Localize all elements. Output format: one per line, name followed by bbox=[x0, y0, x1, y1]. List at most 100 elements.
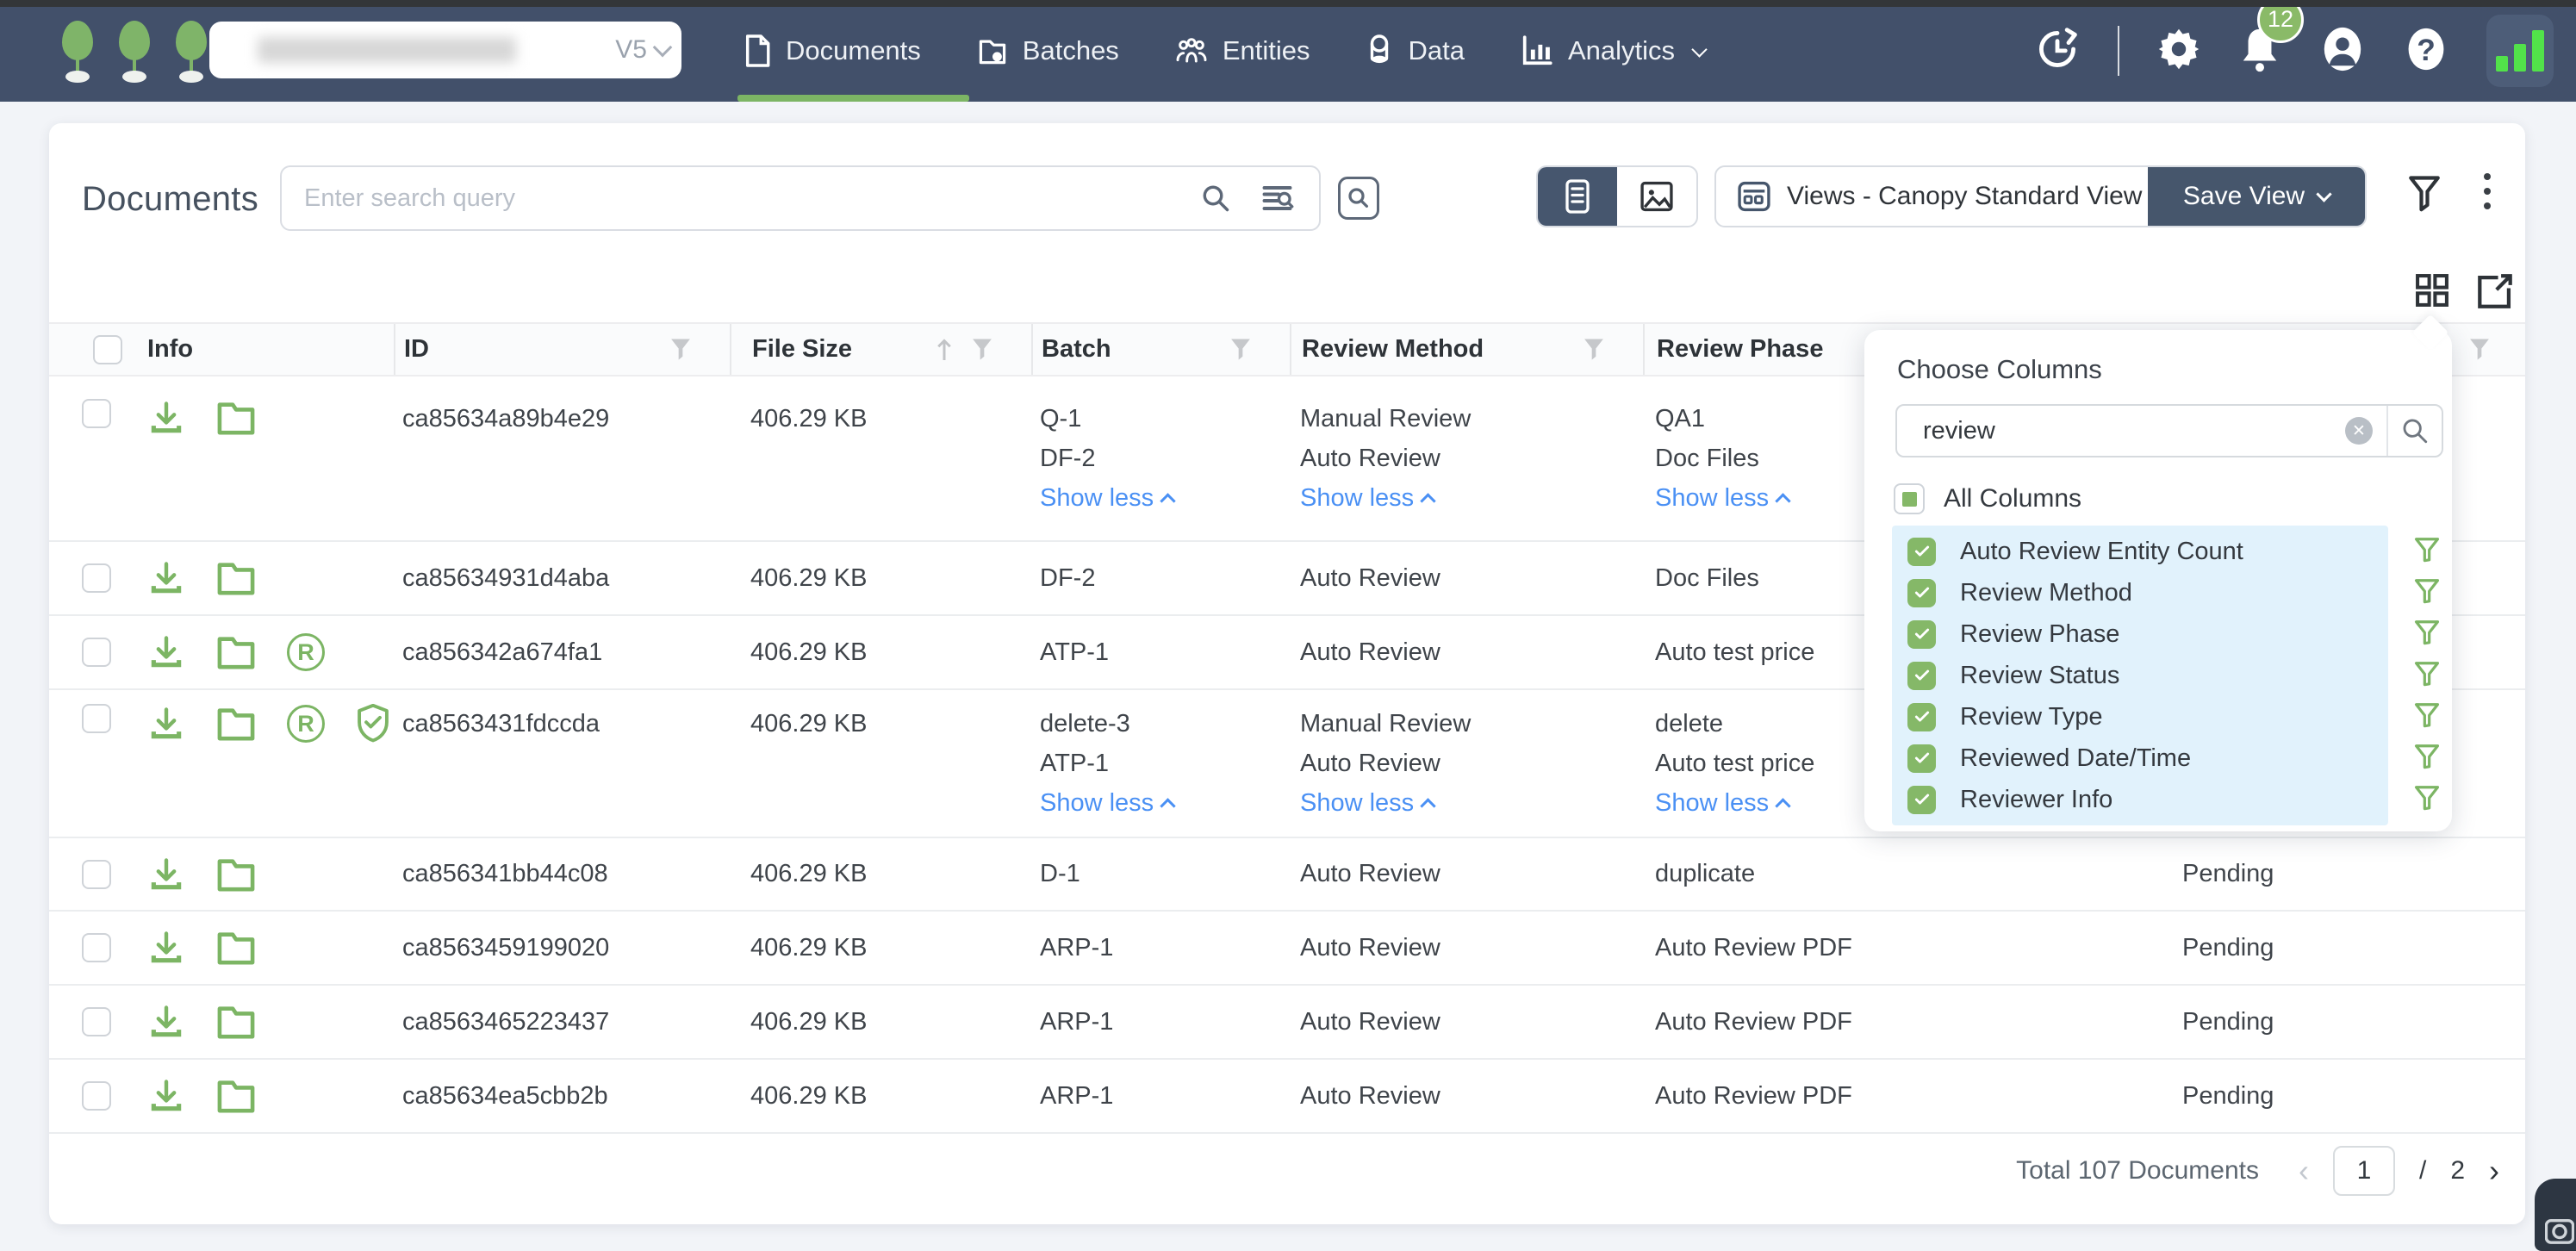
sort-asc-icon[interactable] bbox=[933, 337, 955, 363]
folder-icon[interactable] bbox=[216, 856, 256, 893]
show-less-link[interactable]: Show less bbox=[1300, 783, 1471, 823]
export-icon[interactable] bbox=[2475, 271, 2515, 315]
search-icon[interactable] bbox=[1200, 183, 1231, 214]
next-page-button[interactable]: › bbox=[2489, 1153, 2499, 1189]
folder-icon[interactable] bbox=[216, 1078, 256, 1114]
download-icon[interactable] bbox=[147, 929, 185, 967]
row-checkbox[interactable] bbox=[82, 638, 111, 667]
filter-icon[interactable] bbox=[2468, 338, 2491, 362]
chat-widget[interactable] bbox=[2535, 1179, 2576, 1251]
filter-icon[interactable] bbox=[971, 338, 993, 362]
choose-columns-button[interactable] bbox=[2413, 271, 2451, 314]
document-id[interactable]: ca8563465223437 bbox=[402, 1008, 609, 1036]
shield-check-icon[interactable] bbox=[356, 704, 390, 744]
download-icon[interactable] bbox=[147, 856, 185, 893]
app-logo[interactable] bbox=[55, 21, 214, 83]
all-columns-checkbox-indeterminate[interactable] bbox=[1894, 483, 1925, 514]
folder-icon[interactable] bbox=[216, 706, 256, 742]
filter-icon[interactable] bbox=[2414, 579, 2440, 607]
show-less-link[interactable]: Show less bbox=[1655, 783, 1814, 823]
filter-icon[interactable] bbox=[2414, 620, 2440, 648]
project-selector[interactable]: V5 bbox=[209, 22, 681, 78]
filter-icon[interactable] bbox=[2414, 662, 2440, 689]
table-row[interactable]: ca85634ea5cbb2b 406.29 KB ARP-1 Auto Rev… bbox=[49, 1060, 2525, 1134]
document-id[interactable]: ca8563431fdccda bbox=[402, 704, 600, 744]
download-icon[interactable] bbox=[147, 1003, 185, 1041]
search-icon[interactable] bbox=[2388, 416, 2442, 445]
filter-icon[interactable] bbox=[2414, 703, 2440, 731]
download-icon[interactable] bbox=[147, 633, 185, 671]
folder-icon[interactable] bbox=[216, 634, 256, 670]
show-less-link[interactable]: Show less bbox=[1040, 478, 1173, 518]
show-less-link[interactable]: Show less bbox=[1040, 783, 1173, 823]
row-checkbox[interactable] bbox=[82, 1007, 111, 1036]
checked-checkbox[interactable] bbox=[1907, 786, 1936, 814]
checked-checkbox[interactable] bbox=[1907, 538, 1936, 566]
current-page-input[interactable]: 1 bbox=[2333, 1146, 2395, 1196]
row-checkbox[interactable] bbox=[82, 563, 111, 593]
document-id[interactable]: ca85634ea5cbb2b bbox=[402, 1082, 608, 1111]
document-id[interactable]: ca85634931d4aba bbox=[402, 564, 609, 593]
filter-icon[interactable] bbox=[1583, 338, 1605, 362]
column-search-input[interactable] bbox=[1897, 417, 2345, 445]
tab-data[interactable]: Data bbox=[1337, 0, 1491, 102]
document-id[interactable]: ca8563459199020 bbox=[402, 934, 609, 962]
download-icon[interactable] bbox=[147, 399, 185, 437]
tab-documents[interactable]: Documents bbox=[737, 0, 949, 102]
gear-icon[interactable] bbox=[2157, 28, 2200, 75]
download-icon[interactable] bbox=[147, 705, 185, 743]
column-option[interactable]: Review Status bbox=[1892, 655, 2388, 696]
save-view-button[interactable]: Save View bbox=[2148, 167, 2365, 226]
column-option[interactable]: Auto Review Entity Count bbox=[1892, 531, 2388, 572]
column-option[interactable]: Reviewed Date/Time bbox=[1892, 738, 2388, 779]
image-view-button[interactable] bbox=[1617, 167, 1696, 226]
show-less-link[interactable]: Show less bbox=[1655, 478, 1789, 518]
filter-icon[interactable] bbox=[2414, 538, 2440, 565]
table-view-button[interactable] bbox=[1538, 167, 1617, 226]
table-row[interactable]: ca8563465223437 406.29 KB ARP-1 Auto Rev… bbox=[49, 986, 2525, 1060]
column-option[interactable]: Review Method bbox=[1892, 572, 2388, 613]
folder-icon[interactable] bbox=[216, 930, 256, 966]
search-in-list-icon[interactable] bbox=[1260, 183, 1297, 214]
redaction-icon[interactable]: R bbox=[287, 633, 325, 671]
checked-checkbox[interactable] bbox=[1907, 744, 1936, 773]
filter-icon[interactable] bbox=[2414, 744, 2440, 772]
column-option[interactable]: Review Type bbox=[1892, 696, 2388, 738]
row-checkbox[interactable] bbox=[82, 704, 111, 733]
checked-checkbox[interactable] bbox=[1907, 703, 1936, 731]
folder-icon[interactable] bbox=[216, 1004, 256, 1040]
filter-funnel-button[interactable] bbox=[2406, 173, 2442, 217]
advanced-search-button[interactable] bbox=[1338, 177, 1379, 220]
redaction-icon[interactable]: R bbox=[287, 705, 325, 743]
row-checkbox[interactable] bbox=[82, 860, 111, 889]
filter-icon[interactable] bbox=[2414, 786, 2440, 813]
document-id[interactable]: ca856341bb44c08 bbox=[402, 860, 608, 888]
more-options-button[interactable] bbox=[2484, 173, 2491, 209]
help-icon[interactable]: ? bbox=[2404, 26, 2448, 77]
filter-icon[interactable] bbox=[669, 338, 692, 362]
show-less-link[interactable]: Show less bbox=[1300, 478, 1471, 518]
checked-checkbox[interactable] bbox=[1907, 579, 1936, 607]
notifications-button[interactable]: 12 bbox=[2238, 26, 2281, 77]
filter-icon[interactable] bbox=[1229, 338, 1252, 362]
select-all-checkbox[interactable] bbox=[93, 335, 122, 364]
search-input[interactable] bbox=[282, 184, 1200, 213]
row-checkbox[interactable] bbox=[82, 933, 111, 962]
download-icon[interactable] bbox=[147, 1077, 185, 1115]
status-chart-button[interactable] bbox=[2486, 15, 2554, 87]
row-checkbox[interactable] bbox=[82, 1081, 111, 1111]
user-avatar[interactable] bbox=[2319, 26, 2366, 77]
tab-batches[interactable]: Batches bbox=[949, 0, 1147, 102]
folder-icon[interactable] bbox=[216, 560, 256, 596]
column-option[interactable]: Reviewer Info bbox=[1892, 779, 2388, 820]
tab-entities[interactable]: Entities bbox=[1147, 0, 1338, 102]
clear-search-icon[interactable]: ✕ bbox=[2345, 417, 2373, 445]
views-dropdown[interactable]: Views - Canopy Standard View bbox=[1716, 167, 2148, 226]
row-checkbox[interactable] bbox=[82, 399, 111, 428]
tab-analytics[interactable]: Analytics bbox=[1492, 0, 1733, 102]
history-icon[interactable] bbox=[2035, 27, 2080, 76]
prev-page-button[interactable]: ‹ bbox=[2299, 1153, 2309, 1189]
column-option[interactable]: Review Phase bbox=[1892, 613, 2388, 655]
document-id[interactable]: ca85634a89b4e29 bbox=[402, 399, 609, 439]
document-id[interactable]: ca856342a674fa1 bbox=[402, 638, 602, 667]
